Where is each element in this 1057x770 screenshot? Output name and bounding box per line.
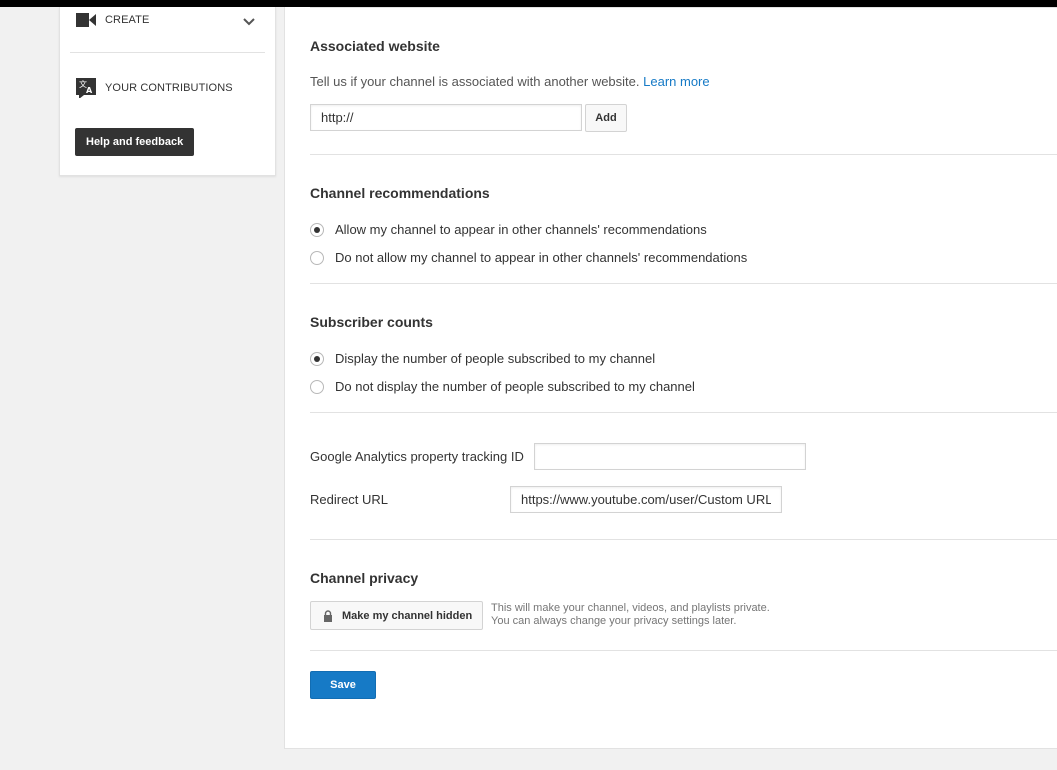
radio-label: Display the number of people subscribed … xyxy=(335,351,656,366)
save-button[interactable]: Save xyxy=(310,671,376,699)
section-divider xyxy=(310,412,1057,413)
recommendations-allow-option[interactable]: Allow my channel to appear in other chan… xyxy=(310,222,707,237)
main-panel: Associated website Tell us if your chann… xyxy=(284,7,1057,749)
radio-label: Allow my channel to appear in other chan… xyxy=(335,222,707,237)
channel-privacy-title: Channel privacy xyxy=(310,570,419,586)
section-divider xyxy=(310,7,1057,8)
privacy-note-line: You can always change your privacy setti… xyxy=(491,615,737,627)
learn-more-link[interactable]: Learn more xyxy=(643,74,709,89)
section-divider xyxy=(310,283,1057,284)
radio-button[interactable] xyxy=(310,250,324,265)
analytics-tracking-input[interactable] xyxy=(534,443,806,470)
lock-icon xyxy=(323,609,333,622)
sidebar: CREATE 文 A YOUR CONTRIBUTIONS Help and f… xyxy=(59,7,276,176)
redirect-url-label: Redirect URL xyxy=(310,492,389,507)
sidebar-item-contributions[interactable]: 文 A YOUR CONTRIBUTIONS xyxy=(75,75,260,101)
sidebar-item-create[interactable]: CREATE xyxy=(75,7,260,33)
make-channel-hidden-label: Make my channel hidden xyxy=(342,609,473,622)
channel-recommendations-title: Channel recommendations xyxy=(310,185,490,201)
subscriber-hide-option[interactable]: Do not display the number of people subs… xyxy=(310,379,695,394)
associated-website-description: Tell us if your channel is associated wi… xyxy=(310,74,710,89)
radio-label: Do not display the number of people subs… xyxy=(335,379,695,394)
video-camera-icon xyxy=(75,9,97,31)
subscriber-display-option[interactable]: Display the number of people subscribed … xyxy=(310,351,655,366)
radio-label: Do not allow my channel to appear in oth… xyxy=(335,250,748,265)
chevron-down-icon[interactable] xyxy=(243,13,255,31)
section-divider xyxy=(310,539,1057,540)
sidebar-divider xyxy=(70,52,265,53)
top-bar xyxy=(0,0,1057,7)
description-text: Tell us if your channel is associated wi… xyxy=(310,74,640,89)
add-website-button[interactable]: Add xyxy=(585,104,627,132)
privacy-note: This will make your channel, videos, and… xyxy=(491,602,770,628)
section-divider xyxy=(310,650,1057,651)
sidebar-item-label: CREATE xyxy=(105,14,150,26)
analytics-tracking-label: Google Analytics property tracking ID xyxy=(310,449,524,464)
make-channel-hidden-button[interactable]: Make my channel hidden xyxy=(310,601,484,630)
radio-button[interactable] xyxy=(310,351,324,366)
radio-button[interactable] xyxy=(310,222,324,237)
associated-website-input[interactable] xyxy=(310,104,582,131)
sidebar-item-label: YOUR CONTRIBUTIONS xyxy=(105,82,233,94)
help-and-feedback-button[interactable]: Help and feedback xyxy=(75,128,195,156)
svg-text:A: A xyxy=(86,86,93,95)
associated-website-title: Associated website xyxy=(310,38,440,54)
redirect-url-input[interactable] xyxy=(510,486,782,513)
translate-icon: 文 A xyxy=(75,77,97,99)
section-divider xyxy=(310,154,1057,155)
recommendations-disallow-option[interactable]: Do not allow my channel to appear in oth… xyxy=(310,250,747,265)
subscriber-counts-title: Subscriber counts xyxy=(310,314,433,330)
radio-button[interactable] xyxy=(310,379,324,394)
privacy-note-line: This will make your channel, videos, and… xyxy=(491,602,770,614)
